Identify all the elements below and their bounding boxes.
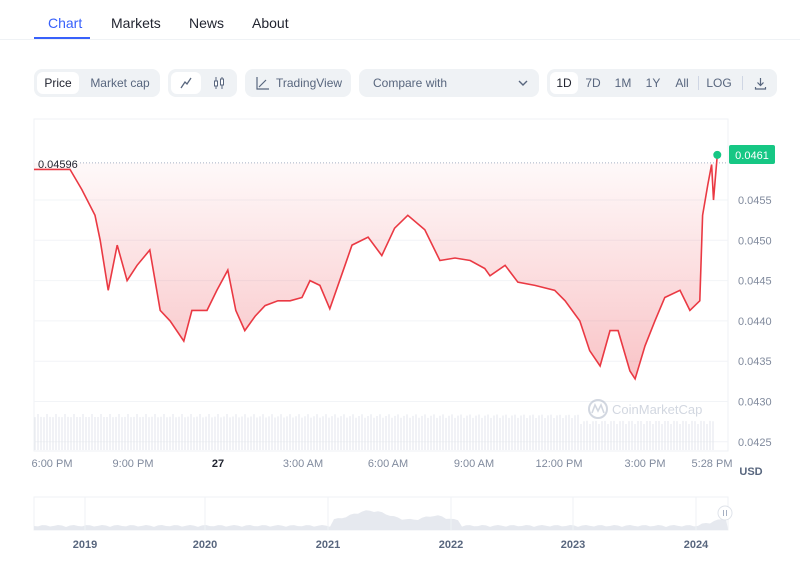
navigator-year-label: 2019	[73, 539, 97, 551]
x-tick-label: 12:00 PM	[535, 458, 582, 470]
y-tick-label: 0.0450	[738, 235, 772, 247]
y-tick-label: 0.0430	[738, 397, 772, 409]
y-tick-label: 0.0440	[738, 316, 772, 328]
y-tick-label: 0.0455	[738, 195, 772, 207]
x-tick-label: 5:28 PM	[692, 458, 733, 470]
x-tick-label: 3:00 AM	[283, 458, 323, 470]
current-price-dot	[713, 150, 722, 159]
y-tick-label: 0.0435	[738, 356, 772, 368]
watermark: CoinMarketCap	[588, 399, 702, 419]
x-tick-label: 6:00 AM	[368, 458, 408, 470]
navigator-year-label: 2023	[561, 539, 585, 551]
navigator-year-label: 2024	[684, 539, 709, 551]
currency-label: USD	[739, 466, 762, 478]
navigator-handle[interactable]	[717, 505, 733, 521]
x-tick-label: 9:00 PM	[113, 458, 154, 470]
y-tick-label: 0.0425	[738, 437, 772, 449]
navigator-year-label: 2022	[439, 539, 463, 551]
x-tick-label: 3:00 PM	[625, 458, 666, 470]
x-tick-label: 27	[212, 458, 224, 470]
current-price-label: 0.0461	[735, 150, 769, 162]
y-tick-label: 0.0445	[738, 276, 772, 288]
price-chart[interactable]: CoinMarketCap 0.04596 0.0461 0.04550.045…	[0, 0, 800, 566]
navigator[interactable]: 2019 2020 2021 2022 2023 2024	[33, 496, 733, 551]
navigator-year-label: 2020	[193, 539, 217, 551]
navigator-year-label: 2021	[316, 539, 340, 551]
watermark-text: CoinMarketCap	[612, 402, 702, 417]
x-tick-label: 6:00 PM	[32, 458, 73, 470]
x-tick-label: 9:00 AM	[454, 458, 494, 470]
